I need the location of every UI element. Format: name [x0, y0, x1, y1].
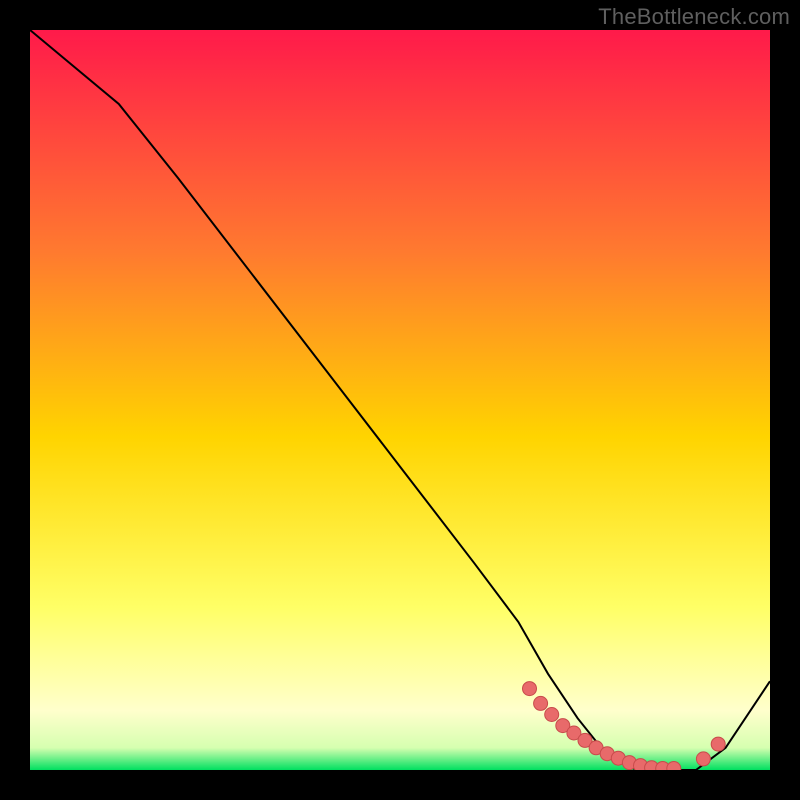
marker-dot — [534, 696, 548, 710]
chart-svg — [30, 30, 770, 770]
marker-dot — [545, 708, 559, 722]
chart-frame: TheBottleneck.com — [0, 0, 800, 800]
marker-dot — [696, 752, 710, 766]
marker-dot — [523, 682, 537, 696]
marker-dot — [711, 737, 725, 751]
watermark-text: TheBottleneck.com — [598, 4, 790, 30]
plot-area — [30, 30, 770, 770]
gradient-background — [30, 30, 770, 770]
